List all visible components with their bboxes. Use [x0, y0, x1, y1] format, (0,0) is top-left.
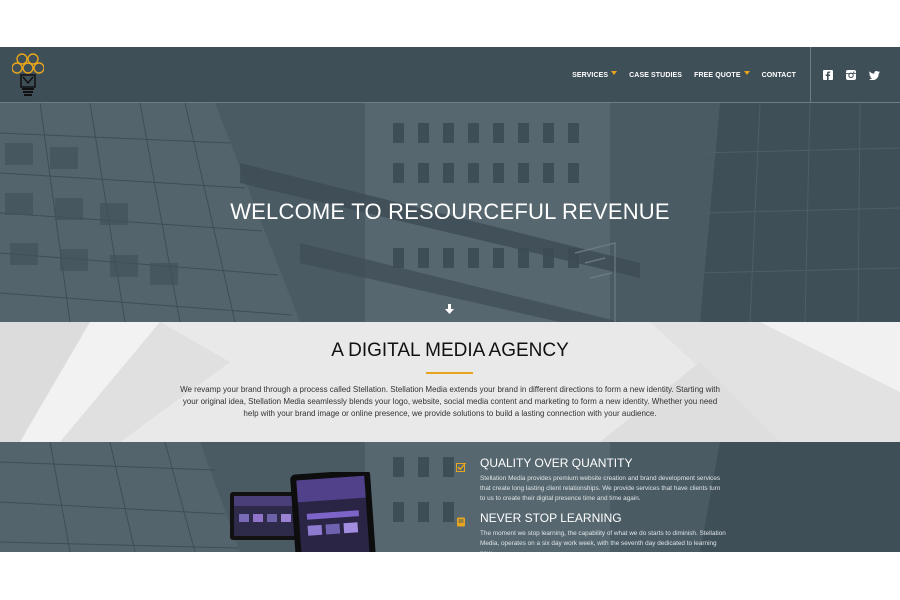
scroll-down-arrow-icon[interactable]: [445, 301, 454, 314]
nav-contact[interactable]: CONTACT: [762, 72, 796, 79]
twitter-icon[interactable]: [868, 69, 880, 81]
agency-description: We revamp your brand through a process c…: [180, 385, 720, 418]
main-nav: SERVICES CASE STUDIES FREE QUOTE CONTACT: [560, 47, 796, 103]
feature-description: Stellation Media provides premium websit…: [480, 475, 721, 502]
book-icon: [456, 514, 466, 527]
nav-free-quote[interactable]: FREE QUOTE: [694, 71, 750, 79]
logo-hexagons-icon: [11, 53, 45, 96]
nav-label: CASE STUDIES: [629, 71, 683, 79]
agency-title: A DIGITAL MEDIA AGENCY: [331, 340, 569, 361]
website-viewport: SERVICES CASE STUDIES FREE QUOTE CONTACT: [0, 47, 900, 552]
social-links: [822, 47, 891, 103]
feature-description: The moment we stop learning, the capabil…: [480, 530, 726, 552]
nav-label: CONTACT: [761, 71, 796, 79]
features-section: QUALITY OVER QUANTITY Stellation Media p…: [0, 442, 900, 552]
instagram-icon[interactable]: [845, 69, 857, 81]
nav-case-studies[interactable]: CASE STUDIES: [629, 72, 682, 79]
caret-down-icon: [611, 71, 618, 75]
feature-title: NEVER STOP LEARNING: [480, 511, 622, 525]
device-mockups-image: [230, 472, 376, 552]
nav-services[interactable]: SERVICES: [572, 71, 618, 79]
checkbox-icon: [456, 459, 467, 472]
nav-label: SERVICES: [572, 71, 609, 79]
title-underline: [426, 372, 473, 374]
hero-section: WELCOME TO RESOURCEFUL REVENUE: [0, 103, 900, 322]
facebook-icon[interactable]: [822, 69, 834, 81]
hero-title: WELCOME TO RESOURCEFUL REVENUE: [230, 199, 670, 224]
nav-divider: [810, 47, 811, 103]
feature-title: QUALITY OVER QUANTITY: [480, 456, 633, 470]
caret-down-icon: [743, 71, 750, 75]
nav-label: FREE QUOTE: [694, 71, 741, 79]
agency-section: A DIGITAL MEDIA AGENCY We revamp your br…: [0, 322, 900, 442]
site-header: SERVICES CASE STUDIES FREE QUOTE CONTACT: [0, 47, 900, 103]
logo[interactable]: [11, 52, 45, 98]
features-background-image: [0, 442, 900, 552]
